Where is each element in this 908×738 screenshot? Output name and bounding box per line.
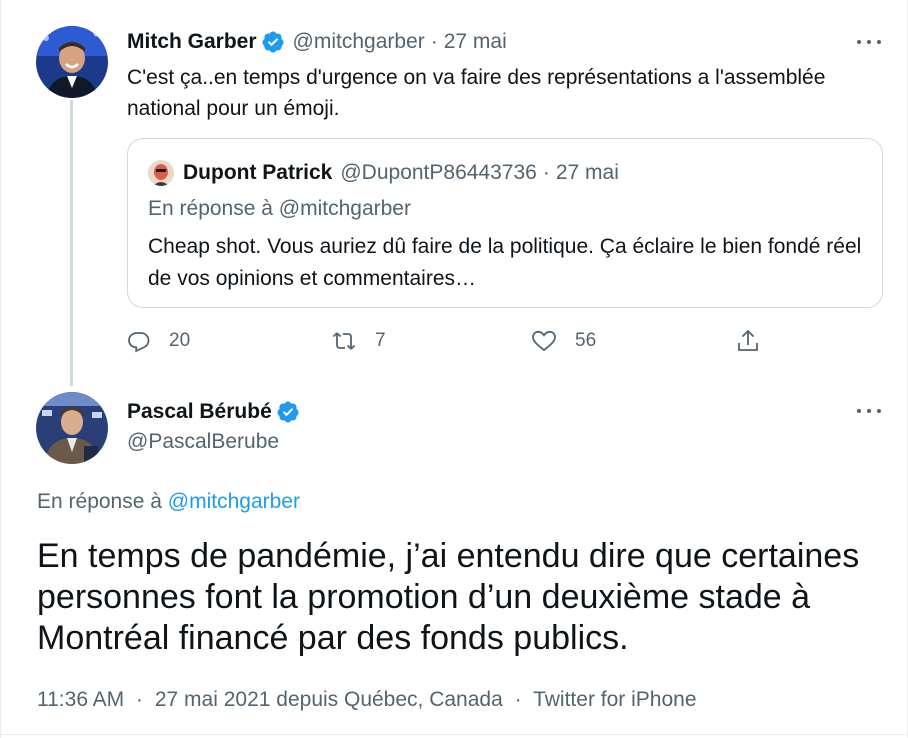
quoted-tweet-text: Cheap shot. Vous auriez dû faire de la p… — [148, 235, 862, 290]
heart-icon — [532, 330, 556, 352]
tweet-metadata: 11:36 AM · 27 mai 2021 depuis Québec, Ca… — [37, 688, 697, 712]
thread-connector-line — [70, 100, 73, 386]
separator-dot: · — [514, 688, 522, 711]
tweet-thread: Mitch Garber @mitchgarber · 27 mai C'est… — [0, 0, 908, 738]
tweet-source[interactable]: Twitter for iPhone — [533, 688, 696, 711]
retweet-button[interactable]: 7 — [331, 326, 386, 356]
reply-icon — [128, 332, 150, 353]
quoted-author-handle: @DupontP86443736 — [340, 161, 537, 184]
tweet-header: Mitch Garber @mitchgarber · 27 mai — [127, 28, 507, 56]
more-dots-icon[interactable] — [853, 32, 885, 52]
tweet-date[interactable]: 27 mai — [444, 30, 507, 54]
quoted-avatar — [148, 160, 174, 186]
reply-prefix: En réponse à — [148, 197, 273, 220]
tweet-text: C'est ça..en temps d'urgence on va faire… — [127, 66, 826, 120]
tweet-text: En temps de pandémie, j’ai entendu dire … — [37, 537, 860, 657]
author-handle[interactable]: @PascalBerube — [127, 430, 279, 454]
retweet-count: 7 — [375, 330, 386, 351]
retweet-icon — [332, 332, 356, 350]
reply-count: 20 — [169, 330, 191, 351]
author-name[interactable]: Pascal Bérubé — [127, 400, 272, 424]
verified-badge-icon — [261, 30, 285, 54]
author-name[interactable]: Mitch Garber — [127, 30, 257, 54]
quoted-tweet-date: 27 mai — [555, 161, 619, 184]
quoted-tweet-card[interactable]: Dupont Patrick @DupontP86443736 · 27 mai… — [127, 138, 883, 308]
share-icon — [738, 329, 758, 351]
quoted-reply-context: En réponse à @mitchgarber — [148, 197, 411, 221]
reply-button[interactable]: 20 — [127, 326, 190, 356]
like-button[interactable]: 56 — [531, 326, 596, 356]
separator-dot: · — [542, 161, 550, 184]
avatar[interactable] — [36, 392, 108, 464]
tweet-header: Pascal Bérubé — [127, 398, 300, 426]
divider — [1, 734, 908, 735]
verified-badge-icon — [276, 400, 300, 424]
reply-context: En réponse à @mitchgarber — [37, 490, 300, 514]
separator-dot: · — [136, 688, 144, 711]
avatar[interactable] — [36, 26, 108, 98]
reply-mention-link[interactable]: @mitchgarber — [168, 490, 300, 513]
tweet-time[interactable]: 11:36 AM — [37, 688, 124, 711]
quoted-tweet-header: Dupont Patrick @DupontP86443736 · 27 mai — [148, 159, 619, 187]
reply-mention: @mitchgarber — [278, 197, 411, 220]
more-dots-icon[interactable] — [853, 401, 885, 421]
author-handle[interactable]: @mitchgarber — [293, 30, 425, 54]
share-button[interactable] — [735, 326, 779, 356]
tweet-action-bar: 20 7 56 — [127, 326, 767, 356]
separator-dot: · — [430, 30, 438, 53]
quoted-author-name: Dupont Patrick — [183, 161, 333, 184]
tweet-date-location[interactable]: 27 mai 2021 depuis Québec, Canada — [155, 688, 503, 711]
like-count: 56 — [575, 330, 597, 351]
reply-prefix: En réponse à — [37, 490, 162, 513]
